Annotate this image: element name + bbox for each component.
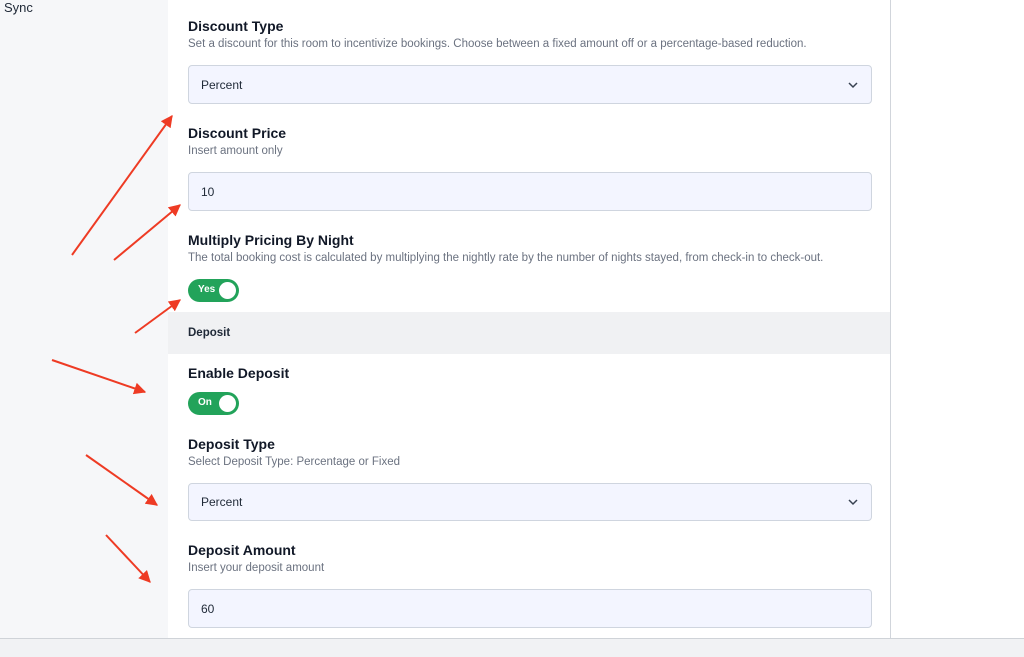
deposit-amount-title: Deposit Amount — [188, 542, 296, 558]
discount-type-value: Percent — [201, 77, 243, 92]
toggle-knob — [219, 282, 236, 299]
discount-price-title: Discount Price — [188, 125, 287, 141]
left-rail: Sync — [0, 0, 169, 638]
multiply-pricing-toggle[interactable]: Yes — [188, 279, 239, 302]
deposit-type-select[interactable]: Percent — [188, 483, 872, 521]
deposit-amount-description: Insert your deposit amount — [188, 562, 325, 574]
discount-type-description: Set a discount for this room to incentiv… — [188, 38, 807, 50]
discount-price-input[interactable]: 10 — [188, 172, 872, 211]
discount-price-description: Insert amount only — [188, 145, 283, 157]
multiply-pricing-title: Multiply Pricing By Night — [188, 232, 354, 248]
discount-type-select[interactable]: Percent — [188, 65, 872, 104]
enable-deposit-toggle[interactable]: On — [188, 392, 239, 415]
chevron-down-icon — [847, 496, 859, 508]
enable-deposit-title: Enable Deposit — [188, 365, 290, 381]
multiply-pricing-description: The total booking cost is calculated by … — [188, 252, 824, 264]
bottom-strip — [0, 638, 1024, 657]
discount-price-value: 10 — [201, 184, 215, 199]
deposit-section-header: Deposit — [168, 312, 890, 354]
multiply-pricing-toggle-label: Yes — [198, 284, 216, 295]
deposit-amount-value: 60 — [201, 601, 215, 616]
toggle-knob — [219, 395, 236, 412]
deposit-section-heading: Deposit — [188, 327, 231, 339]
enable-deposit-toggle-label: On — [198, 397, 212, 408]
deposit-type-value: Percent — [201, 495, 243, 509]
sidebar-item-sync[interactable]: Sync — [4, 0, 33, 15]
deposit-type-title: Deposit Type — [188, 436, 275, 452]
chevron-down-icon — [847, 79, 859, 91]
right-background — [891, 0, 1024, 656]
discount-type-title: Discount Type — [188, 18, 284, 34]
deposit-type-description: Select Deposit Type: Percentage or Fixed — [188, 456, 401, 468]
deposit-amount-input[interactable]: 60 — [188, 589, 872, 628]
room-settings-panel: Discount Type Set a discount for this ro… — [168, 0, 891, 638]
